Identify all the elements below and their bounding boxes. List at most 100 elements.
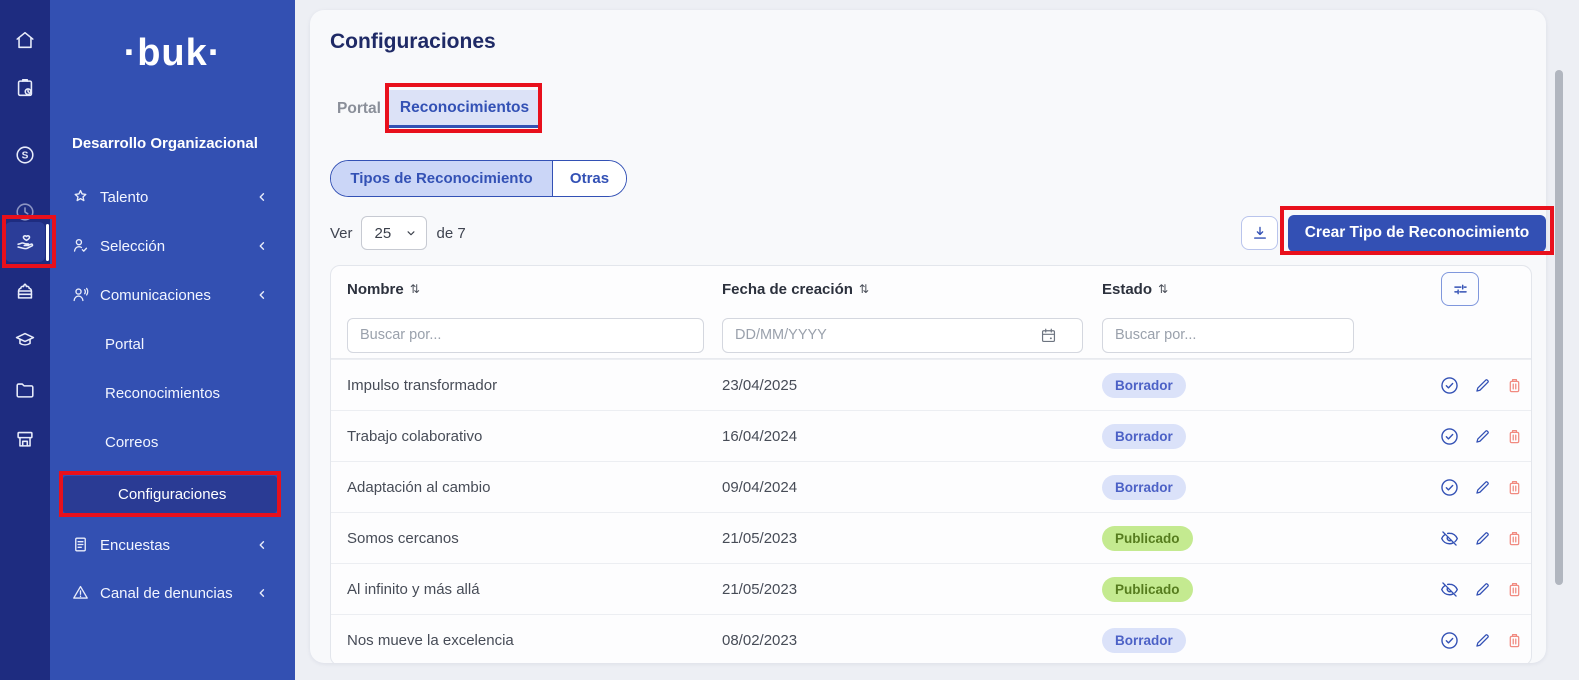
icon-rail: S — [0, 0, 50, 680]
column-header-fecha[interactable]: Fecha de creación⇅ — [706, 281, 1086, 298]
pencil-icon — [1473, 427, 1492, 446]
sidebar-item-seleccion[interactable]: Selección — [50, 231, 295, 261]
column-header-estado[interactable]: Estado⇅ — [1086, 281, 1431, 298]
sidebar-item-label: Selección — [100, 238, 165, 255]
publish-toggle-button[interactable] — [1439, 477, 1460, 498]
search-fecha-input[interactable] — [722, 318, 1083, 353]
trash-icon — [1505, 376, 1524, 395]
row-created-date: 21/05/2023 — [706, 530, 1086, 547]
row-name: Nos mueve la excelencia — [331, 632, 706, 649]
warning-triangle-icon — [71, 583, 91, 603]
search-nombre-input[interactable] — [347, 318, 704, 353]
view-label: Ver — [330, 225, 353, 242]
chevron-left-icon — [255, 586, 269, 600]
sidebar-subitem-reconocimientos[interactable]: Reconocimientos — [50, 378, 295, 408]
column-settings-button[interactable] — [1441, 272, 1479, 306]
tab-bar: Portal Reconocimientos — [330, 90, 541, 128]
sidebar-item-label: Reconocimientos — [105, 385, 220, 402]
user-voice-icon — [71, 285, 91, 305]
create-tipo-reconocimiento-button[interactable]: Crear Tipo de Reconocimiento — [1288, 215, 1546, 252]
page-size-select[interactable]: 25 — [361, 216, 427, 250]
sort-icon[interactable]: ⇅ — [410, 282, 420, 296]
sidebar-item-label: Configuraciones — [118, 486, 226, 503]
tab-reconocimientos[interactable]: Reconocimientos — [388, 90, 541, 128]
sidebar-item-canal-denuncias[interactable]: Canal de denuncias — [50, 578, 295, 608]
sidebar-item-label: Comunicaciones — [100, 287, 211, 304]
table-row: Somos cercanos 21/05/2023 Publicado — [331, 512, 1531, 563]
sidebar-item-encuestas[interactable]: Encuestas — [50, 530, 295, 560]
page-size-value: 25 — [375, 225, 392, 242]
sidebar-subitem-configuraciones[interactable]: Configuraciones — [63, 476, 277, 513]
unpublish-toggle-button[interactable] — [1439, 579, 1460, 600]
eye-off-icon — [1439, 528, 1460, 549]
sort-icon[interactable]: ⇅ — [859, 282, 869, 296]
status-badge: Borrador — [1102, 424, 1186, 449]
row-created-date: 08/02/2023 — [706, 632, 1086, 649]
chevron-down-icon — [404, 226, 418, 240]
page-scrollbar-thumb[interactable] — [1555, 70, 1563, 585]
trash-icon — [1505, 631, 1524, 650]
unpublish-toggle-button[interactable] — [1439, 528, 1460, 549]
pencil-icon — [1473, 376, 1492, 395]
trash-icon — [1505, 529, 1524, 548]
publish-toggle-button[interactable] — [1439, 375, 1460, 396]
delete-button[interactable] — [1505, 478, 1524, 497]
status-badge: Borrador — [1102, 628, 1186, 653]
row-created-date: 16/04/2024 — [706, 428, 1086, 445]
sidebar-item-comunicaciones[interactable]: Comunicaciones — [50, 280, 295, 310]
delete-button[interactable] — [1505, 529, 1524, 548]
recognition-types-table: Nombre⇅ Fecha de creación⇅ Estado⇅ — [330, 265, 1532, 663]
home-icon[interactable] — [0, 18, 50, 62]
sidebar-item-talento[interactable]: Talento — [50, 182, 295, 212]
edit-button[interactable] — [1473, 376, 1492, 395]
pencil-icon — [1473, 631, 1492, 650]
recognition-hand-heart-icon[interactable] — [0, 221, 50, 265]
row-name: Adaptación al cambio — [331, 479, 706, 496]
sliders-icon — [1451, 280, 1470, 299]
pencil-icon — [1473, 529, 1492, 548]
subtab-tipos-de-reconocimiento[interactable]: Tipos de Reconocimiento — [331, 161, 553, 196]
payroll-money-icon[interactable]: S — [0, 133, 50, 177]
sidebar-section-title: Desarrollo Organizacional — [72, 135, 258, 152]
delete-button[interactable] — [1505, 376, 1524, 395]
sidebar-subitem-correos[interactable]: Correos — [50, 427, 295, 457]
check-circle-icon — [1439, 375, 1460, 396]
table-filter-row — [331, 312, 1531, 359]
training-cap-icon[interactable] — [0, 318, 50, 362]
edit-button[interactable] — [1473, 478, 1492, 497]
total-count-label: de 7 — [437, 225, 466, 242]
subtab-otras[interactable]: Otras — [553, 161, 626, 196]
sidebar-subitem-portal[interactable]: Portal — [50, 329, 295, 359]
row-name: Somos cercanos — [331, 530, 706, 547]
edit-button[interactable] — [1473, 580, 1492, 599]
delete-button[interactable] — [1505, 580, 1524, 599]
sidebar-item-label: Canal de denuncias — [100, 585, 233, 602]
publish-toggle-button[interactable] — [1439, 426, 1460, 447]
sort-icon[interactable]: ⇅ — [1158, 282, 1168, 296]
column-header-nombre[interactable]: Nombre⇅ — [331, 281, 706, 298]
document-icon — [71, 535, 91, 555]
delete-button[interactable] — [1505, 631, 1524, 650]
edit-button[interactable] — [1473, 529, 1492, 548]
edit-button[interactable] — [1473, 427, 1492, 446]
clipboard-schedule-icon[interactable] — [0, 66, 50, 110]
chevron-left-icon — [255, 190, 269, 204]
trash-icon — [1505, 427, 1524, 446]
row-name: Al infinito y más allá — [331, 581, 706, 598]
chevron-left-icon — [255, 288, 269, 302]
page-title: Configuraciones — [330, 30, 496, 54]
edit-button[interactable] — [1473, 631, 1492, 650]
download-button[interactable] — [1241, 216, 1278, 250]
search-estado-input[interactable] — [1102, 318, 1354, 353]
celebrations-icon[interactable] — [0, 269, 50, 313]
star-icon — [71, 187, 91, 207]
pencil-icon — [1473, 580, 1492, 599]
marketplace-shelf-icon[interactable] — [0, 417, 50, 461]
documents-folder-icon[interactable] — [0, 368, 50, 412]
delete-button[interactable] — [1505, 427, 1524, 446]
trash-icon — [1505, 478, 1524, 497]
tab-portal[interactable]: Portal — [330, 90, 388, 128]
table-row: Impulso transformador 23/04/2025 Borrado… — [331, 359, 1531, 410]
chevron-left-icon — [255, 239, 269, 253]
publish-toggle-button[interactable] — [1439, 630, 1460, 651]
